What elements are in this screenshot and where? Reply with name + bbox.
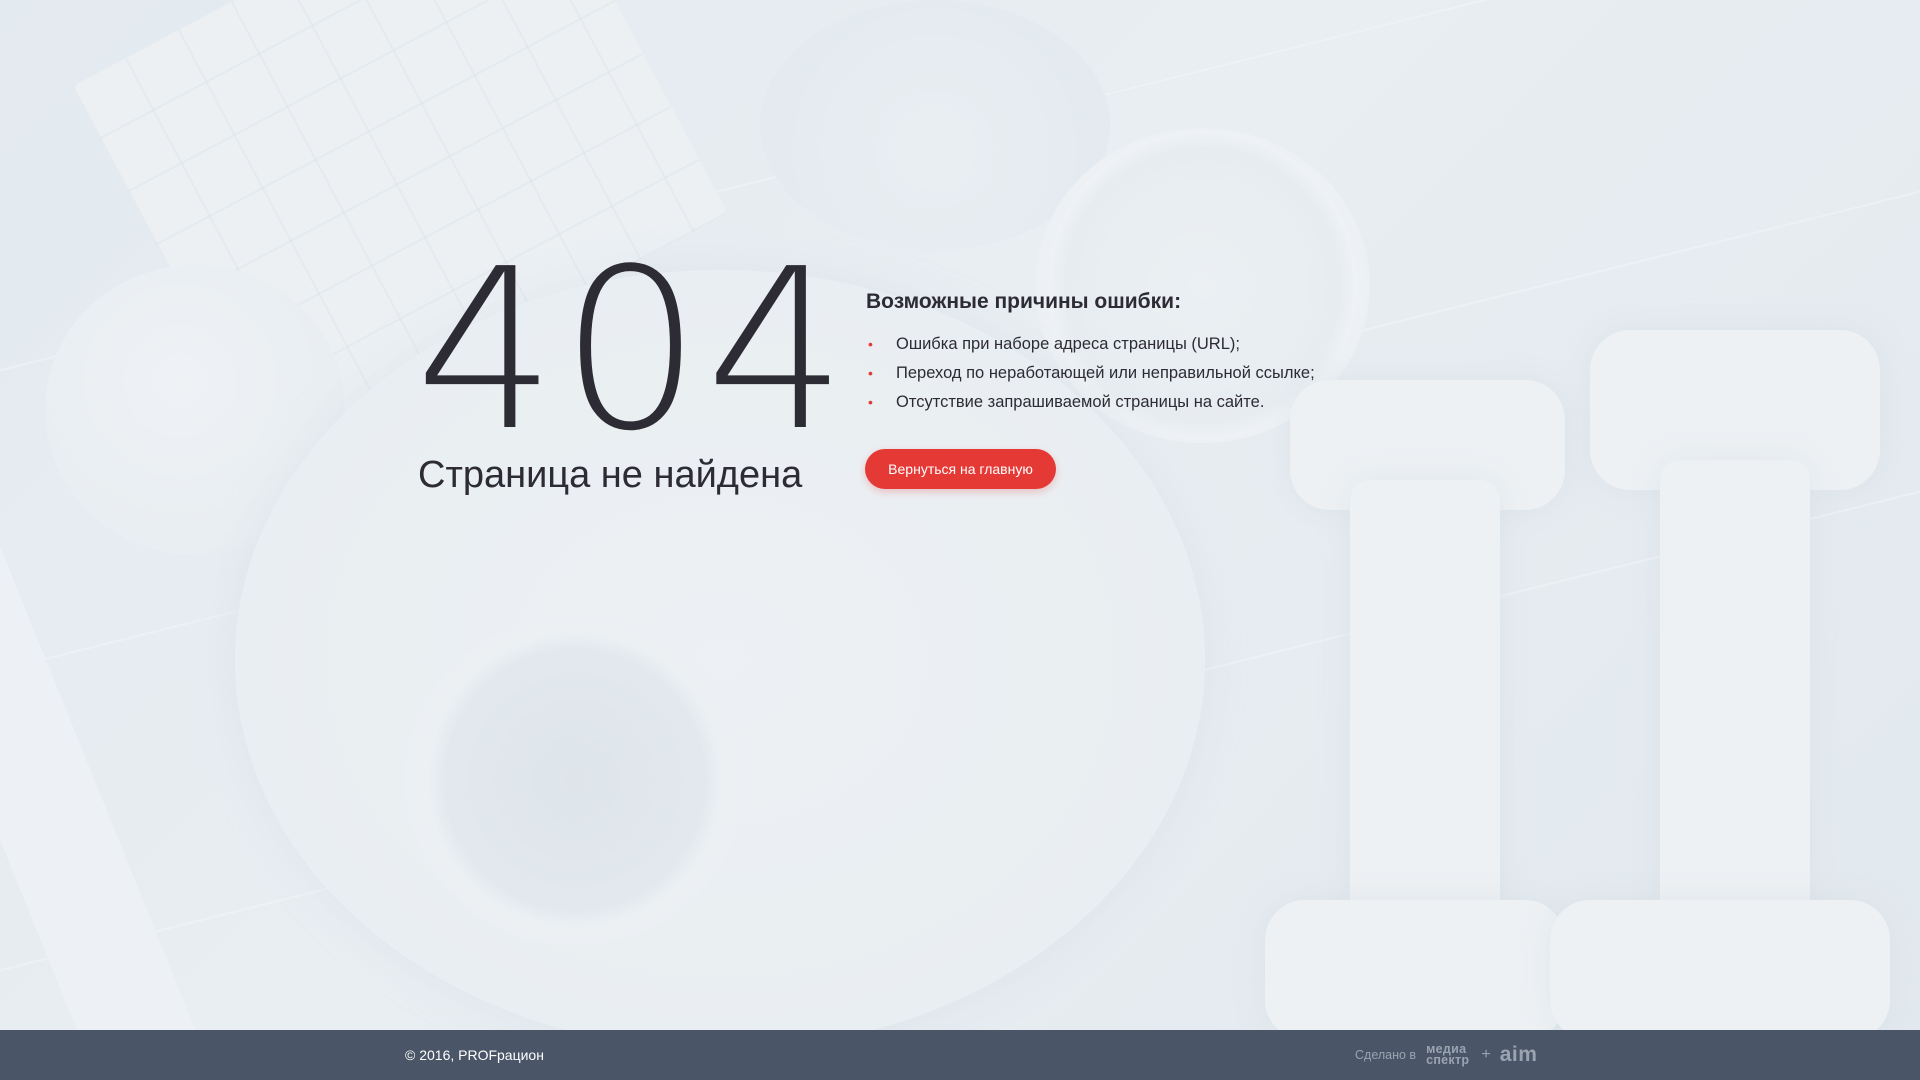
developer-credits-link[interactable]: Сделано в медиа спектр + aim [1355, 1042, 1537, 1068]
back-to-home-button[interactable]: Вернуться на главную [865, 449, 1056, 489]
error-reasons: Возможные причины ошибки: • Ошибка при н… [866, 288, 1426, 417]
reason-text: Ошибка при наборе адреса страницы (URL); [896, 335, 1240, 353]
reason-text: Переход по неработающей или неправильной… [896, 364, 1315, 382]
mediaspektr-logo-line2: спектр [1426, 1053, 1470, 1067]
list-item: • Отсутствие запрашиваемой страницы на с… [866, 388, 1426, 417]
reasons-list: • Ошибка при наборе адреса страницы (URL… [866, 330, 1426, 417]
mediaspektr-logo[interactable]: медиа спектр [1426, 1043, 1470, 1067]
bullet-icon: • [868, 336, 873, 352]
copyright: © 2016, PROFрацион [405, 1047, 544, 1063]
list-item: • Ошибка при наборе адреса страницы (URL… [866, 330, 1426, 359]
made-by-label: Сделано в [1355, 1048, 1417, 1062]
list-item: • Переход по неработающей или неправильн… [866, 359, 1426, 388]
page-title: Страница не найдена [418, 454, 803, 496]
error-code: 404 [415, 222, 851, 480]
error-page-content: 404 Страница не найдена Возможные причин… [0, 0, 1920, 1030]
reason-text: Отсутствие запрашиваемой страницы на сай… [896, 393, 1265, 411]
footer: © 2016, PROFрацион Сделано в медиа спект… [0, 1030, 1920, 1080]
aim-logo[interactable]: aim [1500, 1043, 1538, 1067]
reasons-heading: Возможные причины ошибки: [866, 290, 1182, 313]
bullet-icon: • [868, 365, 873, 381]
plus-sign: + [1481, 1046, 1491, 1063]
bullet-icon: • [868, 394, 873, 410]
